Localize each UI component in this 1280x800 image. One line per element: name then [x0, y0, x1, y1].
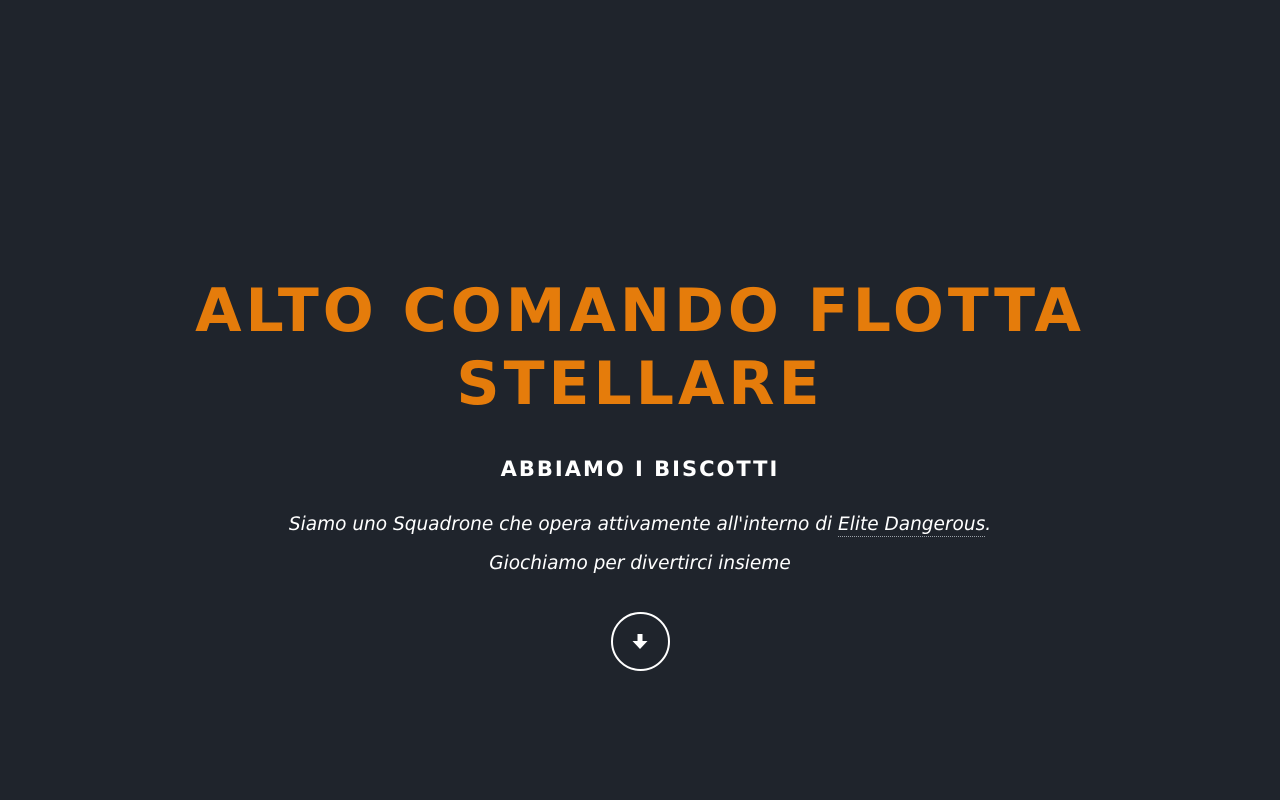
hero-subtitle: ABBIAMO I BISCOTTI — [500, 457, 780, 481]
hero-description-text: Siamo uno Squadrone che opera attivament… — [288, 514, 839, 535]
arrow-down-icon — [631, 633, 649, 651]
elite-dangerous-link[interactable]: Elite Dangerous — [838, 514, 986, 537]
hero-description-period: . — [985, 514, 992, 535]
hero-tagline: Giochiamo per divertirci insieme — [489, 553, 791, 574]
hero-section: ALTO COMANDO FLOTTA STELLARE ABBIAMO I B… — [0, 0, 1280, 800]
hero-description: Siamo uno Squadrone che opera attivament… — [288, 514, 992, 537]
page-title: ALTO COMANDO FLOTTA STELLARE — [195, 276, 1085, 419]
scroll-down-button[interactable] — [610, 612, 670, 671]
